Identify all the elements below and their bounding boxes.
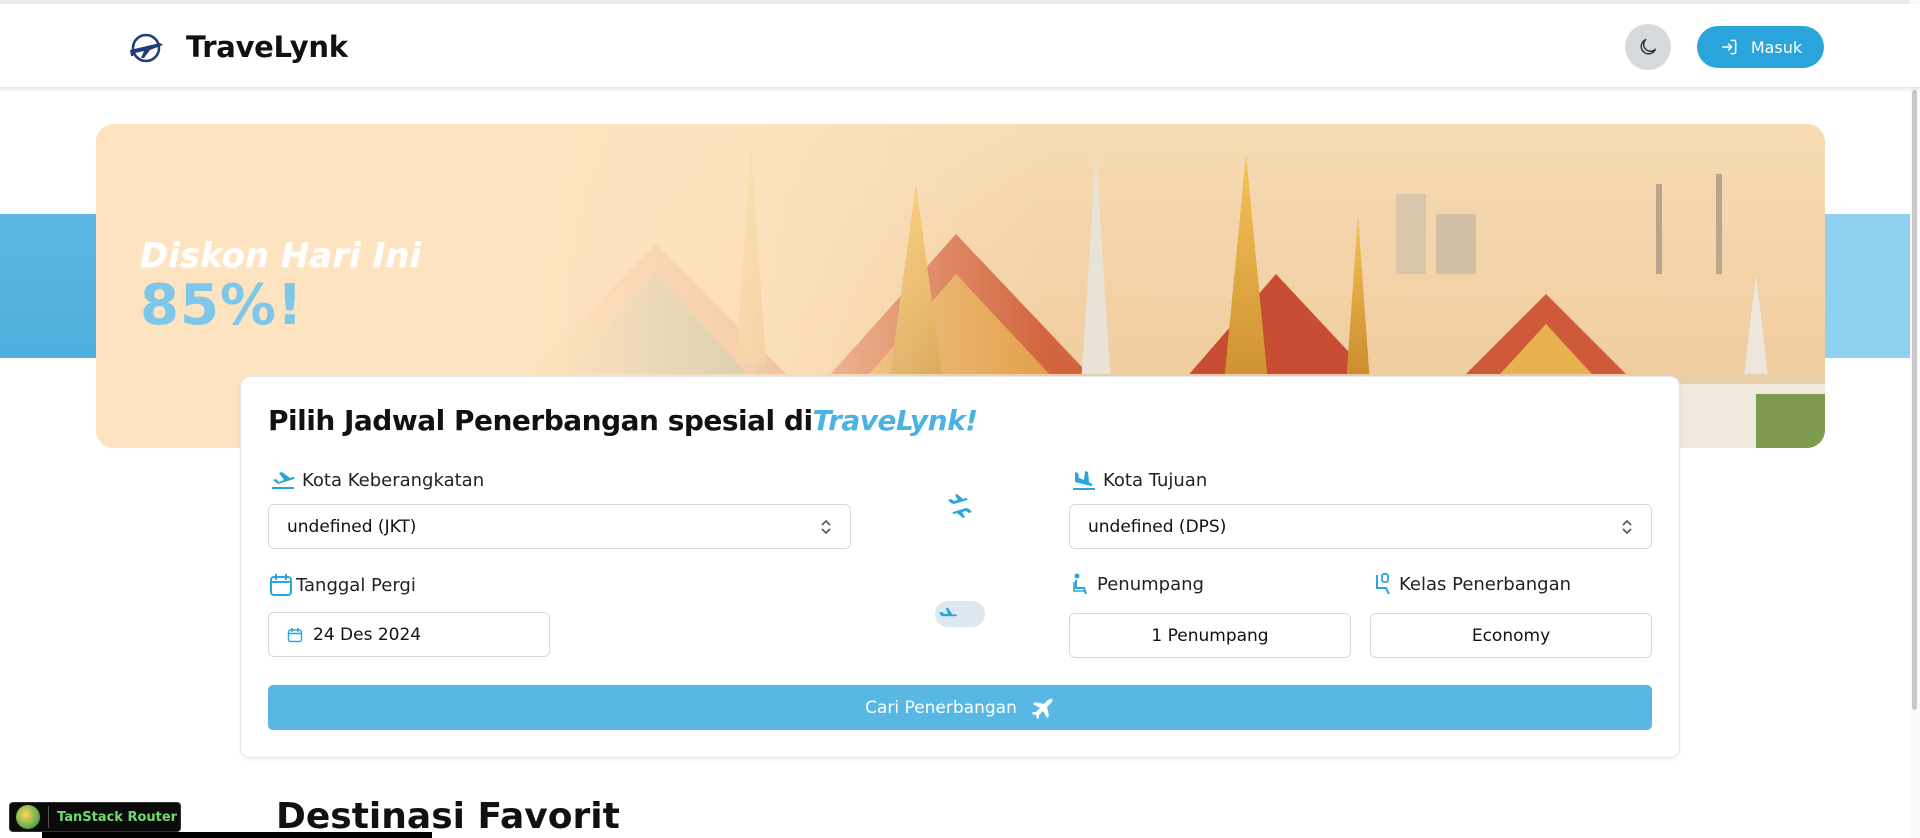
search-flights-button[interactable]: Cari Penerbangan [268, 685, 1652, 730]
devtools-label: TanStack Router [57, 809, 178, 825]
airplane-logo-icon[interactable] [126, 28, 166, 68]
destination-label: Kota Tujuan [1071, 468, 1207, 492]
destination-label-text: Kota Tujuan [1103, 469, 1208, 491]
login-icon [1722, 39, 1737, 55]
plane-icon [1031, 698, 1053, 719]
search-card-title: Pilih Jadwal Penerbangan spesial diTrave… [268, 404, 978, 437]
passenger-label: Penumpang [1071, 572, 1204, 596]
departure-select[interactable]: undefined (JKT) [268, 504, 851, 549]
plane-takeoff-icon [272, 472, 295, 489]
navbar: TraveLynk Masuk [0, 4, 1920, 87]
plane-landing-icon [1073, 471, 1095, 490]
tanstack-logo-icon [16, 805, 40, 829]
plane-toggle-icon [936, 602, 960, 626]
discount-value: 85%! [140, 273, 304, 338]
brand-name[interactable]: TraveLynk [186, 30, 348, 64]
favorite-destinations-title: Destinasi Favorit [276, 796, 620, 837]
discount-label: Diskon Hari Ini [140, 236, 422, 276]
date-label: Tanggal Pergi [268, 572, 416, 598]
title-accent: TraveLynk! [812, 404, 978, 437]
round-trip-toggle[interactable] [935, 601, 985, 627]
flight-class-label-text: Kelas Penerbangan [1399, 573, 1572, 595]
passenger-selector[interactable]: 1 Penumpang [1069, 613, 1351, 658]
flight-class-selector[interactable]: Economy [1370, 613, 1652, 658]
title-prefix: Pilih Jadwal Penerbangan spesial di [268, 404, 813, 437]
hero-background-band-right [1824, 214, 1920, 358]
calendar-small-icon [287, 627, 303, 642]
flight-class-label: Kelas Penerbangan [1373, 572, 1571, 596]
login-button[interactable]: Masuk [1697, 26, 1824, 68]
date-picker[interactable]: 24 Des 2024 [268, 612, 550, 657]
departure-label-text: Kota Keberangkatan [302, 469, 485, 491]
date-label-text: Tanggal Pergi [296, 574, 416, 596]
chevron-up-down-icon [1622, 519, 1632, 535]
bottom-overlay-bar [42, 832, 432, 838]
chevron-up-down-icon [821, 519, 831, 535]
moon-icon [1640, 38, 1657, 55]
login-label: Masuk [1750, 37, 1803, 57]
passenger-seat-icon [1073, 573, 1087, 595]
passenger-label-text: Penumpang [1097, 573, 1204, 595]
search-button-label: Cari Penerbangan [865, 697, 1017, 718]
departure-value: undefined (JKT) [287, 516, 417, 537]
scrollbar-thumb[interactable] [1912, 90, 1917, 710]
destination-select[interactable]: undefined (DPS) [1069, 504, 1652, 549]
flight-class-value: Economy [1471, 625, 1551, 646]
destination-value: undefined (DPS) [1088, 516, 1227, 537]
tanstack-devtools-toggle[interactable]: TanStack Router [9, 802, 181, 832]
date-value: 24 Des 2024 [313, 624, 422, 645]
passenger-value: 1 Penumpang [1151, 625, 1269, 646]
theme-toggle-button[interactable] [1625, 24, 1671, 70]
swap-planes-icon[interactable] [944, 490, 976, 522]
departure-label: Kota Keberangkatan [270, 468, 484, 492]
devtools-separator [48, 806, 49, 828]
calendar-icon [270, 574, 292, 596]
seat-class-icon [1376, 573, 1390, 595]
